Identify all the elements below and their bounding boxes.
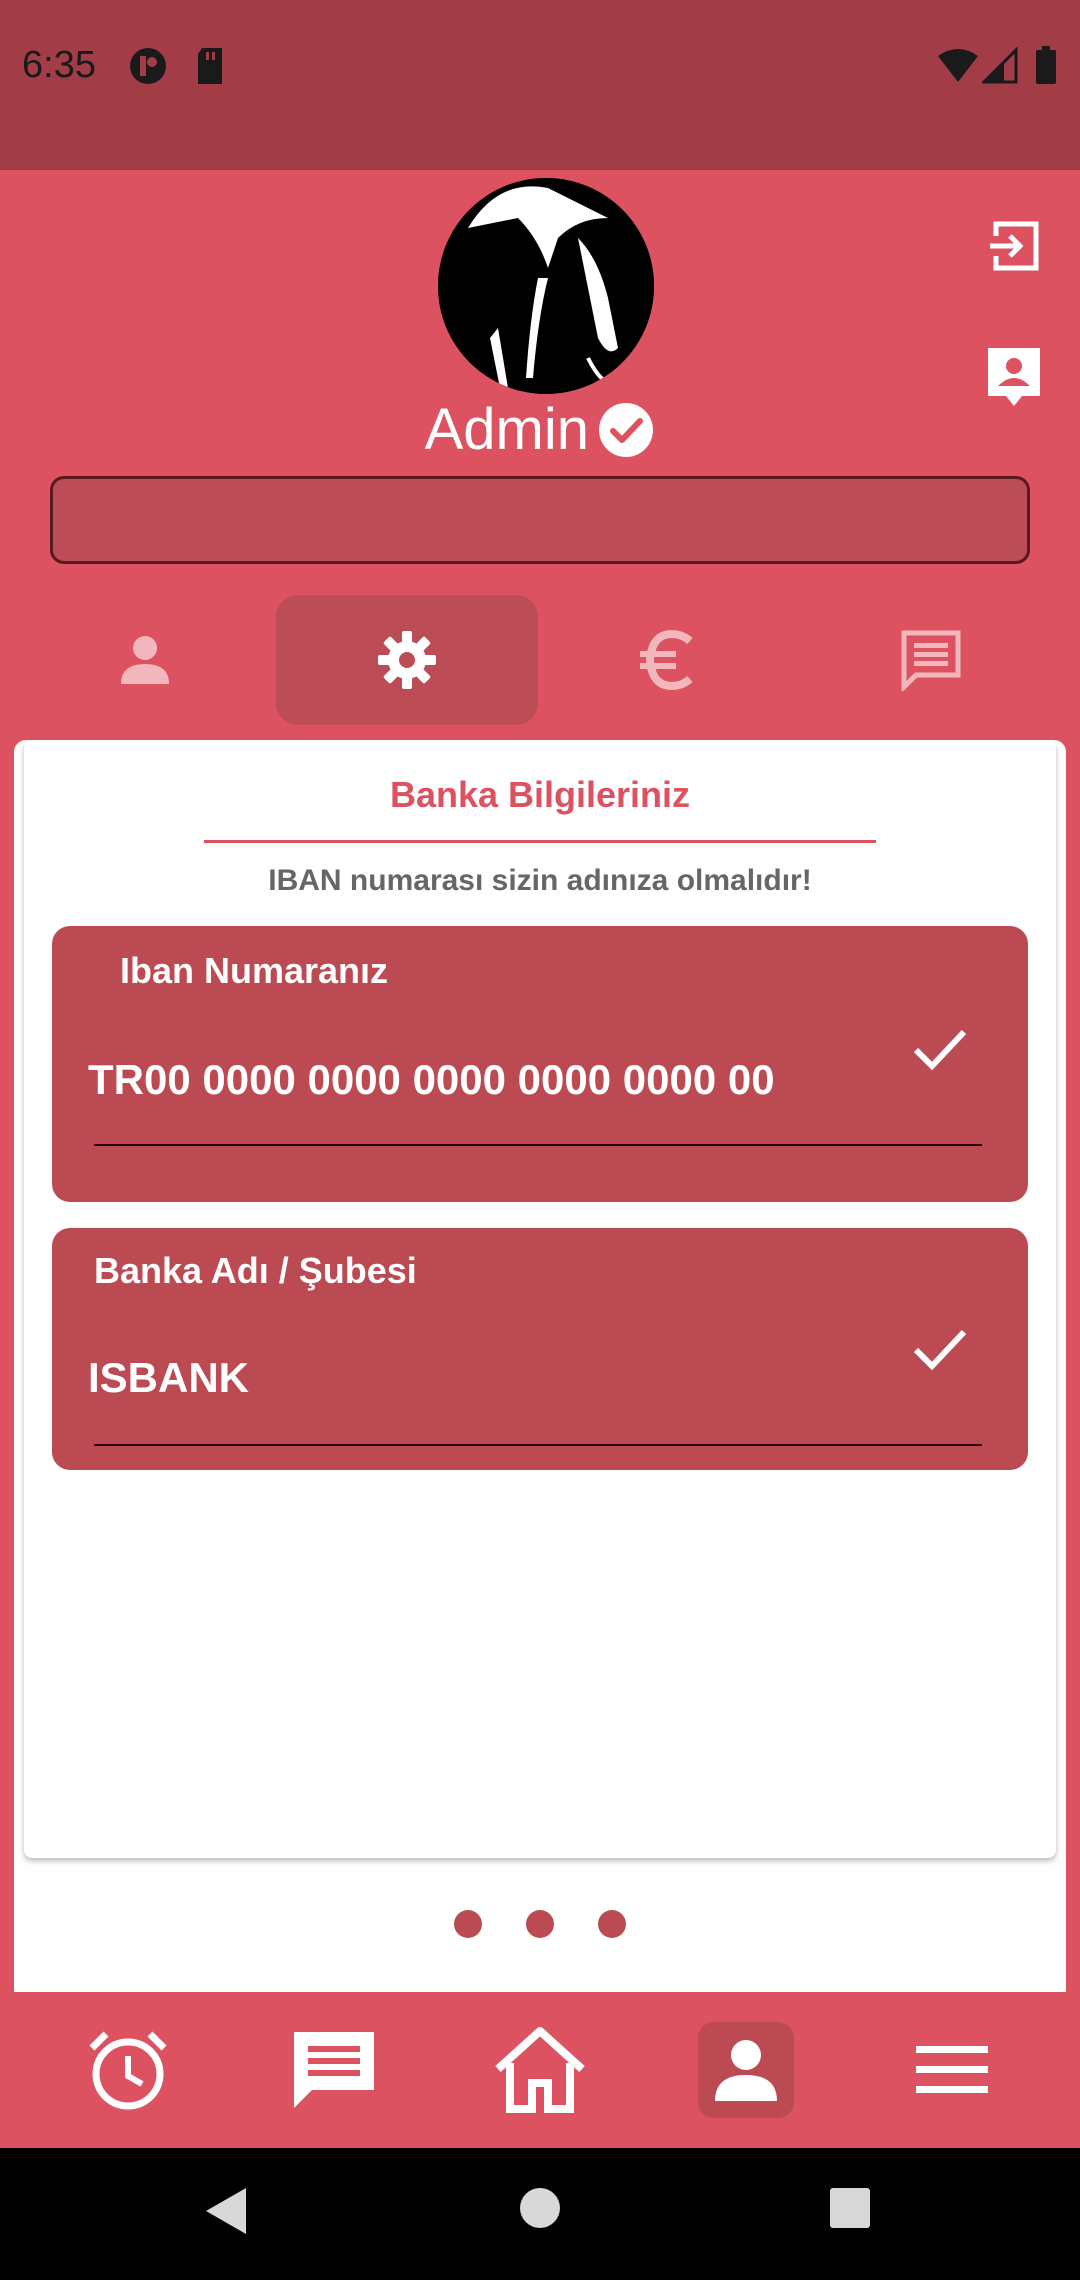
person-icon bbox=[715, 2040, 777, 2101]
nav-profile[interactable] bbox=[698, 2022, 794, 2118]
bank-name-field[interactable]: Banka Adı / Şubesi ISBANK bbox=[52, 1228, 1028, 1470]
app-notification-icon bbox=[130, 48, 166, 84]
nav-home[interactable] bbox=[492, 2022, 588, 2118]
username: Admin bbox=[424, 397, 589, 462]
nav-menu[interactable] bbox=[904, 2022, 1000, 2118]
profile-header: Admin bbox=[0, 170, 1080, 740]
back-icon[interactable] bbox=[204, 2186, 248, 2236]
avatar[interactable] bbox=[438, 178, 654, 394]
chat-icon bbox=[901, 630, 961, 691]
chat-icon bbox=[294, 2032, 374, 2108]
status-time: 6:35 bbox=[22, 44, 96, 86]
title-divider bbox=[204, 840, 876, 843]
page-dot[interactable] bbox=[526, 1910, 554, 1938]
card-title: Banka Bilgileriniz bbox=[389, 774, 691, 815]
check-icon bbox=[913, 1329, 967, 1371]
page-dot[interactable] bbox=[598, 1910, 626, 1938]
sd-card-icon bbox=[198, 48, 222, 84]
bank-name-label: Banka Adı / Şubesi bbox=[94, 1250, 417, 1291]
bottom-navigation bbox=[0, 1994, 1080, 2148]
menu-icon bbox=[916, 2046, 988, 2093]
page-dot[interactable] bbox=[454, 1910, 482, 1938]
iban-field[interactable]: Iban Numaranız TR00 0000 0000 0000 0000 … bbox=[52, 926, 1028, 1202]
contact-card-icon[interactable] bbox=[986, 346, 1042, 408]
nav-alarm[interactable] bbox=[80, 2022, 176, 2118]
page-indicator bbox=[14, 1910, 1066, 1943]
wifi-icon bbox=[938, 49, 978, 82]
avatar-image bbox=[438, 178, 654, 394]
nav-messages[interactable] bbox=[286, 2022, 382, 2118]
check-icon bbox=[913, 1029, 967, 1071]
tab-settings[interactable] bbox=[276, 595, 538, 725]
bank-info-card: Banka Bilgileriniz IBAN numarası sizin a… bbox=[24, 740, 1056, 1858]
gear-icon bbox=[378, 631, 436, 689]
person-icon bbox=[121, 636, 169, 684]
home-circle-icon[interactable] bbox=[518, 2186, 562, 2230]
bank-name-value[interactable]: ISBANK bbox=[88, 1354, 249, 1402]
username-row: Admin bbox=[0, 396, 1080, 463]
tab-payments[interactable] bbox=[538, 595, 800, 725]
battery-icon bbox=[1036, 46, 1056, 84]
tab-messages[interactable] bbox=[800, 595, 1062, 725]
content-panel: Banka Bilgileriniz IBAN numarası sizin a… bbox=[14, 740, 1066, 1992]
profile-tabs bbox=[0, 595, 1080, 725]
status-bar: 6:35 bbox=[0, 0, 1080, 170]
alarm-icon bbox=[89, 2031, 167, 2110]
iban-label: Iban Numaranız bbox=[120, 950, 389, 991]
card-subtitle: IBAN numarası sizin adınıza olmalıdır! bbox=[268, 864, 812, 897]
signal-icon bbox=[982, 46, 1018, 84]
recents-icon[interactable] bbox=[828, 2186, 872, 2230]
iban-underline bbox=[94, 1144, 982, 1146]
euro-icon bbox=[640, 629, 693, 691]
search-input[interactable] bbox=[50, 476, 1030, 564]
system-navigation-bar bbox=[0, 2148, 1080, 2280]
logout-icon[interactable] bbox=[986, 218, 1042, 274]
verified-icon bbox=[599, 402, 654, 457]
bank-name-underline bbox=[94, 1444, 982, 1446]
home-icon bbox=[495, 2027, 585, 2113]
iban-value[interactable]: TR00 0000 0000 0000 0000 0000 00 bbox=[88, 1056, 775, 1104]
tab-profile[interactable] bbox=[14, 595, 276, 725]
